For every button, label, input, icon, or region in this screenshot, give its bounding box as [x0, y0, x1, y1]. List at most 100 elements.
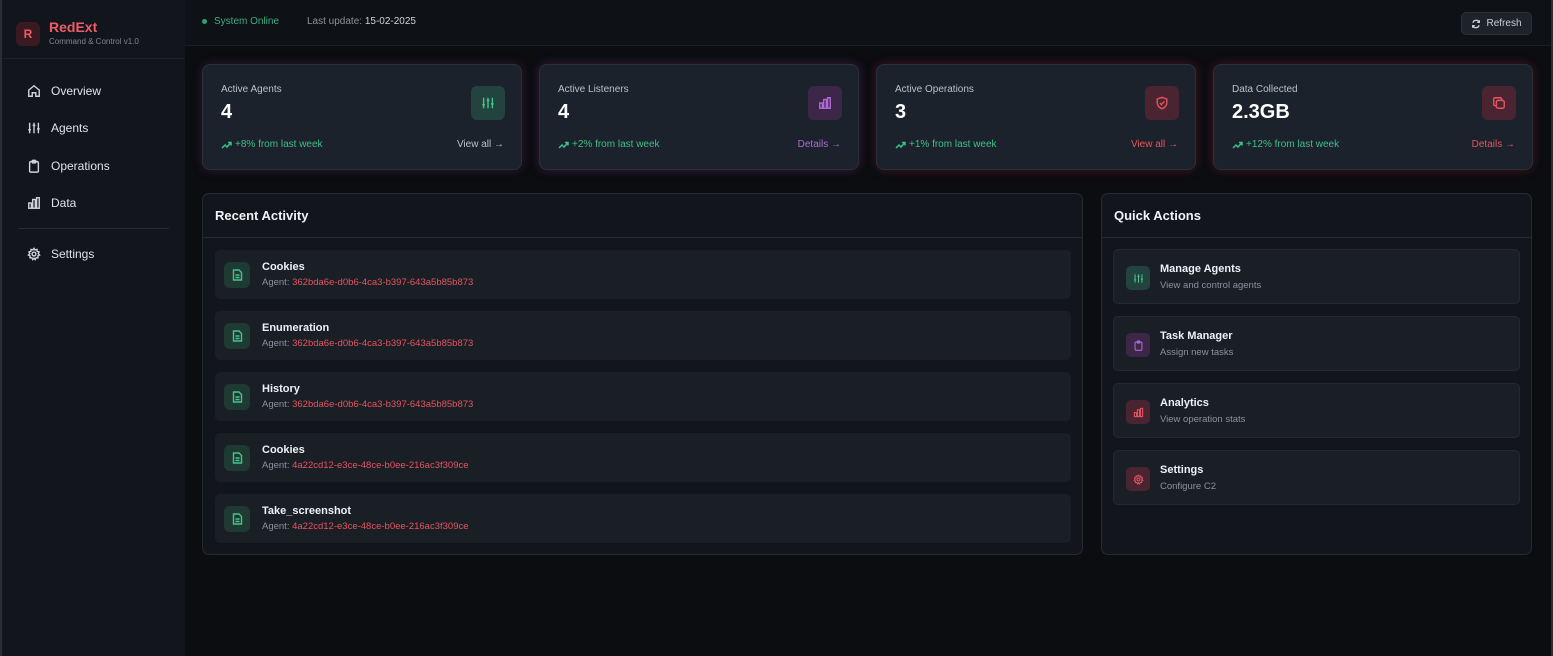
stat-trend: +8% from last week	[221, 139, 323, 150]
brand-name: RedExt	[49, 19, 98, 35]
activity-item[interactable]: Cookies Agent: 362bda6e-d0b6-4ca3-b397-6…	[215, 250, 1071, 299]
divider	[2, 58, 185, 59]
sidebar-item-overview[interactable]: Overview	[2, 72, 185, 110]
sidebar-item-settings[interactable]: Settings	[2, 235, 185, 273]
gear-icon	[1132, 473, 1144, 485]
activity-title: Cookies	[262, 444, 305, 456]
listeners-details-link[interactable]: Details →	[798, 139, 841, 150]
sidebar-item-label: Operations	[51, 158, 110, 173]
task-manager-button[interactable]: Task Manager Assign new tasks	[1113, 316, 1520, 371]
action-title: Manage Agents	[1160, 263, 1241, 275]
refresh-button[interactable]: Refresh	[1461, 12, 1532, 35]
activity-title: Take_screenshot	[262, 505, 352, 517]
sliders-icon	[482, 97, 494, 109]
sidebar: R RedExt Command & Control v1.0 Overview…	[2, 0, 185, 656]
settings-button[interactable]: Settings Configure C2	[1113, 450, 1520, 505]
activity-agent: Agent: 362bda6e-d0b6-4ca3-b397-643a5b85b…	[262, 338, 474, 349]
top-bar: System Online Last update: 15-02-2025 Re…	[185, 0, 1551, 46]
sidebar-nav: Overview Agents Operations Data Settings	[2, 72, 185, 273]
clipboard-icon	[28, 159, 40, 173]
system-status: System Online	[202, 16, 279, 27]
icon-box	[1126, 400, 1150, 424]
action-title: Analytics	[1160, 397, 1209, 409]
shield-check-icon	[1156, 96, 1168, 110]
activity-agent: Agent: 362bda6e-d0b6-4ca3-b397-643a5b85b…	[262, 277, 474, 288]
agent-id[interactable]: 362bda6e-d0b6-4ca3-b397-643a5b85b873	[292, 338, 473, 349]
last-update-label: Last update:	[307, 16, 363, 27]
home-icon	[28, 84, 40, 97]
last-update-value: 15-02-2025	[364, 16, 416, 27]
clipboard-icon	[1134, 340, 1142, 351]
stat-trend-text: +8% from last week	[235, 139, 323, 150]
stat-title: Active Operations	[895, 84, 974, 95]
trend-up-icon	[1232, 141, 1243, 149]
activity-item[interactable]: History Agent: 362bda6e-d0b6-4ca3-b397-6…	[215, 372, 1071, 421]
bar-chart-icon	[1133, 407, 1143, 417]
action-subtitle: Assign new tasks	[1160, 347, 1234, 358]
file-icon	[224, 262, 250, 288]
stat-icon-box	[1145, 86, 1179, 120]
stat-trend: +12% from last week	[1232, 139, 1339, 150]
copy-icon	[1493, 97, 1505, 109]
gear-icon	[27, 246, 41, 261]
trend-up-icon	[221, 141, 232, 149]
stat-card-data-collected: Data Collected 2.3GB +12% from last week…	[1213, 64, 1533, 170]
activity-item[interactable]: Cookies Agent: 4a22cd12-e3ce-48ce-b0ee-2…	[215, 433, 1071, 482]
status-text: System Online	[214, 16, 280, 27]
agent-id[interactable]: 4a22cd12-e3ce-48ce-b0ee-216ac3f309ce	[292, 460, 468, 471]
icon-box	[1126, 467, 1150, 491]
stat-title: Data Collected	[1232, 84, 1298, 95]
activity-title: Cookies	[262, 261, 305, 273]
agent-id[interactable]: 362bda6e-d0b6-4ca3-b397-643a5b85b873	[292, 399, 473, 410]
data-details-link[interactable]: Details →	[1472, 139, 1515, 150]
sidebar-item-agents[interactable]: Agents	[2, 110, 185, 148]
sidebar-item-label: Data	[51, 196, 77, 211]
stat-card-active-listeners: Active Listeners 4 +2% from last week De…	[539, 64, 859, 170]
brand-logo: R	[16, 22, 40, 46]
trend-up-icon	[558, 141, 569, 149]
stat-title: Active Agents	[221, 84, 282, 95]
activity-agent: Agent: 362bda6e-d0b6-4ca3-b397-643a5b85b…	[262, 399, 474, 410]
activity-item[interactable]: Take_screenshot Agent: 4a22cd12-e3ce-48c…	[215, 494, 1071, 543]
action-subtitle: View and control agents	[1160, 280, 1262, 291]
stat-value: 2.3GB	[1232, 101, 1290, 123]
sidebar-item-data[interactable]: Data	[2, 185, 185, 223]
view-all-agents-link[interactable]: View all →	[457, 139, 504, 150]
brand-subtitle: Command & Control v1.0	[49, 37, 139, 46]
agent-id[interactable]: 4a22cd12-e3ce-48ce-b0ee-216ac3f309ce	[292, 521, 468, 532]
stat-trend-text: +2% from last week	[572, 139, 660, 150]
stat-trend: +1% from last week	[895, 139, 997, 150]
sidebar-item-operations[interactable]: Operations	[2, 147, 185, 185]
bar-chart-icon	[819, 97, 831, 109]
stat-card-active-agents: Active Agents 4 +8% from last week View …	[202, 64, 522, 170]
status-dot-icon	[202, 19, 207, 24]
view-all-operations-link[interactable]: View all →	[1131, 139, 1178, 150]
file-icon	[224, 506, 250, 532]
sidebar-item-label: Overview	[51, 83, 102, 98]
manage-agents-button[interactable]: Manage Agents View and control agents	[1113, 249, 1520, 304]
stat-title: Active Listeners	[558, 84, 629, 95]
divider	[18, 228, 169, 229]
brand[interactable]: R RedExt Command & Control v1.0	[16, 18, 139, 47]
agent-id[interactable]: 362bda6e-d0b6-4ca3-b397-643a5b85b873	[292, 277, 473, 288]
activity-title: Enumeration	[262, 322, 330, 334]
activity-title: History	[262, 383, 300, 395]
action-title: Settings	[1160, 464, 1204, 476]
activity-item[interactable]: Enumeration Agent: 362bda6e-d0b6-4ca3-b3…	[215, 311, 1071, 360]
file-icon	[224, 323, 250, 349]
icon-box	[1126, 266, 1150, 290]
panel-title: Quick Actions	[1102, 194, 1531, 238]
stat-icon-box	[1482, 86, 1516, 120]
action-title: Task Manager	[1160, 330, 1233, 342]
stat-trend: +2% from last week	[558, 139, 660, 150]
stat-value: 3	[895, 101, 907, 123]
stat-card-active-operations: Active Operations 3 +1% from last week V…	[876, 64, 1196, 170]
file-icon	[224, 384, 250, 410]
stat-icon-box	[808, 86, 842, 120]
analytics-button[interactable]: Analytics View operation stats	[1113, 383, 1520, 438]
activity-agent: Agent: 4a22cd12-e3ce-48ce-b0ee-216ac3f30…	[262, 521, 469, 532]
last-update: Last update: 15-02-2025	[307, 16, 416, 27]
quick-actions-panel: Quick Actions Manage Agents View and con…	[1101, 193, 1532, 555]
stat-trend-text: +12% from last week	[1246, 139, 1340, 150]
sliders-icon	[28, 123, 40, 134]
